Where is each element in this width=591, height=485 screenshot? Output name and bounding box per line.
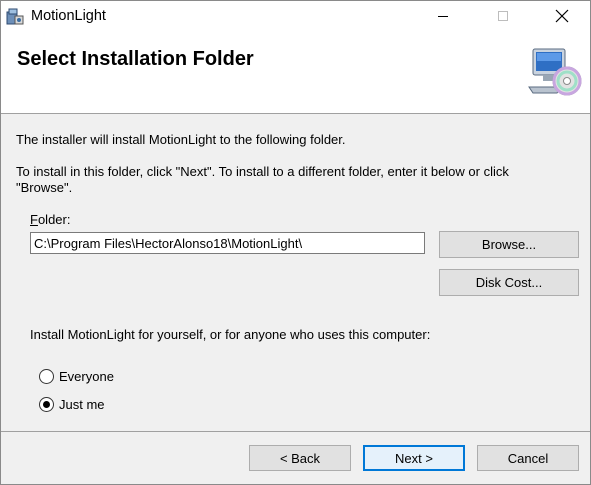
instructions-line-1: To install in this folder, click "Next".… bbox=[16, 164, 509, 179]
folder-label-rest: older: bbox=[37, 212, 71, 227]
installer-window: MotionLight Select Installation Folder T… bbox=[0, 0, 591, 485]
minimize-button[interactable] bbox=[420, 1, 466, 31]
maximize-button bbox=[480, 1, 526, 31]
page-title: Select Installation Folder bbox=[17, 48, 254, 70]
radio-just-me[interactable]: Just me bbox=[39, 397, 105, 412]
folder-label-mnemonic: F bbox=[30, 212, 38, 227]
title-bar: MotionLight bbox=[1, 1, 590, 31]
computer-disc-icon bbox=[527, 45, 585, 99]
folder-path-input[interactable] bbox=[30, 232, 425, 254]
footer-divider bbox=[1, 431, 590, 432]
radio-label-just-me: Just me bbox=[59, 397, 105, 412]
disk-cost-button[interactable]: Disk Cost... bbox=[439, 269, 579, 296]
close-icon bbox=[555, 9, 569, 23]
radio-button-just-me[interactable] bbox=[39, 397, 54, 412]
window-title: MotionLight bbox=[31, 8, 106, 24]
header-banner: Select Installation Folder bbox=[1, 31, 590, 114]
radio-button-everyone[interactable] bbox=[39, 369, 54, 384]
radio-everyone[interactable]: Everyone bbox=[39, 369, 114, 384]
browse-button[interactable]: Browse... bbox=[439, 231, 579, 258]
cancel-button[interactable]: Cancel bbox=[477, 445, 579, 471]
folder-label: Folder: bbox=[30, 212, 70, 228]
close-button[interactable] bbox=[539, 1, 585, 31]
minimize-icon bbox=[438, 16, 448, 17]
installer-icon bbox=[5, 7, 25, 26]
install-for-prompt: Install MotionLight for yourself, or for… bbox=[30, 327, 431, 342]
back-button[interactable]: < Back bbox=[249, 445, 351, 471]
radio-label-everyone: Everyone bbox=[59, 369, 114, 384]
intro-text: The installer will install MotionLight t… bbox=[16, 132, 346, 147]
instructions-line-2: "Browse". bbox=[16, 180, 73, 195]
next-button[interactable]: Next > bbox=[363, 445, 465, 471]
maximize-icon bbox=[498, 11, 508, 21]
